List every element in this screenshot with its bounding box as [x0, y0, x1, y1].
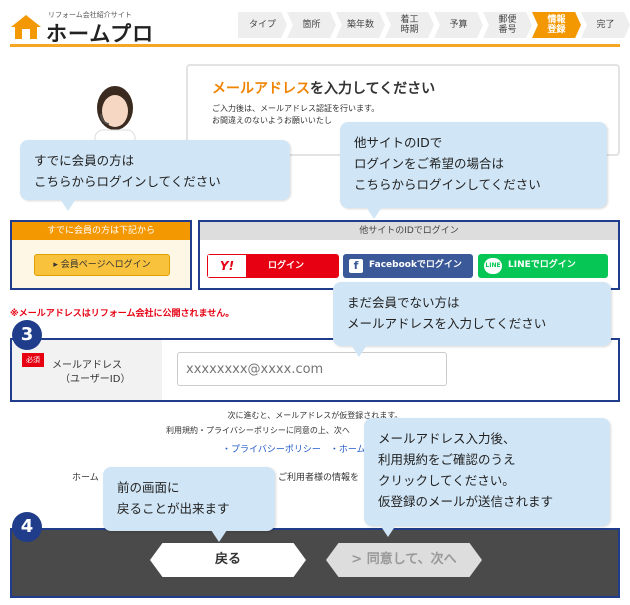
step-age: 築年数 [336, 12, 385, 38]
yahoo-login-label: ログイン [268, 261, 305, 271]
line-login-button[interactable]: LINE LINEでログイン [478, 254, 608, 278]
house-logo-icon [11, 15, 41, 39]
step-postal: 郵便 番号 [483, 12, 532, 38]
progress-steps: タイプ 箇所 築年数 着工 時期 予算 郵便 番号 情報 登録 完了 [238, 12, 630, 38]
step-location: 箇所 [287, 12, 336, 38]
line-login-label: LINEでログイン [508, 260, 576, 270]
tooltip-member-login: すでに会員の方は こちらからログインしてください [20, 140, 290, 211]
yahoo-logo-icon: Y! [208, 255, 246, 277]
facebook-login-button[interactable]: f Facebookでログイン [343, 254, 473, 278]
info-text-right: ご利用者様の情報を [278, 473, 360, 483]
step-badge-4: 4 [12, 512, 42, 542]
yahoo-login-button[interactable]: Y! ログイン [207, 254, 339, 278]
external-login-header: 他サイトのIDでログイン [200, 222, 618, 240]
message-title: メールアドレスを入力してください [212, 81, 436, 97]
agree-next-button[interactable]: > 同意して、次へ [326, 543, 482, 577]
email-label: メールアドレス [52, 360, 122, 371]
privacy-notice: ※メールアドレスはリフォーム会社に公開されません。 [10, 309, 235, 319]
tooltip-email-entry: まだ会員でない方は メールアドレスを入力してください [333, 282, 611, 357]
email-label-sub: （ユーザーID） [60, 374, 131, 385]
step-budget: 予算 [434, 12, 483, 38]
tooltip-back: 前の画面に 戻ることが出来ます [103, 467, 275, 542]
facebook-login-label: Facebookでログイン [369, 260, 462, 270]
email-input[interactable] [177, 352, 447, 386]
message-line1: ご入力後は、メールアドレス認証を行います。 [212, 104, 380, 113]
required-badge: 必須 [22, 353, 44, 367]
step-badge-3: 3 [12, 320, 42, 350]
member-login-header: すでに会員の方は下記から [12, 222, 190, 240]
facebook-icon: f [349, 259, 363, 273]
operator-avatar [94, 86, 136, 148]
tooltip-external-login: 他サイトのIDで ログインをご希望の場合は こちらからログインしてください [340, 122, 607, 219]
step-complete: 完了 [581, 12, 630, 38]
footer-bar [10, 528, 620, 598]
policy-links[interactable]: ・プライバシーポリシー ・ホームプ [222, 442, 374, 455]
header-divider [10, 44, 620, 47]
tooltip-agree-next: メールアドレス入力後、 利用規約をご確認のうえ クリックしてください。 仮登録の… [364, 418, 610, 537]
step-info: 情報 登録 [532, 12, 581, 38]
info-text-left: ホーム [72, 473, 99, 483]
agreement-line2: 利用規約・プライバシーポリシーに同意の上、次へ [166, 426, 350, 435]
message-line2: お間違えのないようお願いいたし [212, 116, 332, 125]
step-type: タイプ [238, 12, 287, 38]
member-login-button[interactable]: ▸ 会員ページへログイン [34, 254, 170, 276]
back-button[interactable]: 戻る [150, 543, 306, 577]
step-start: 着工 時期 [385, 12, 434, 38]
line-icon: LINE [484, 258, 502, 274]
